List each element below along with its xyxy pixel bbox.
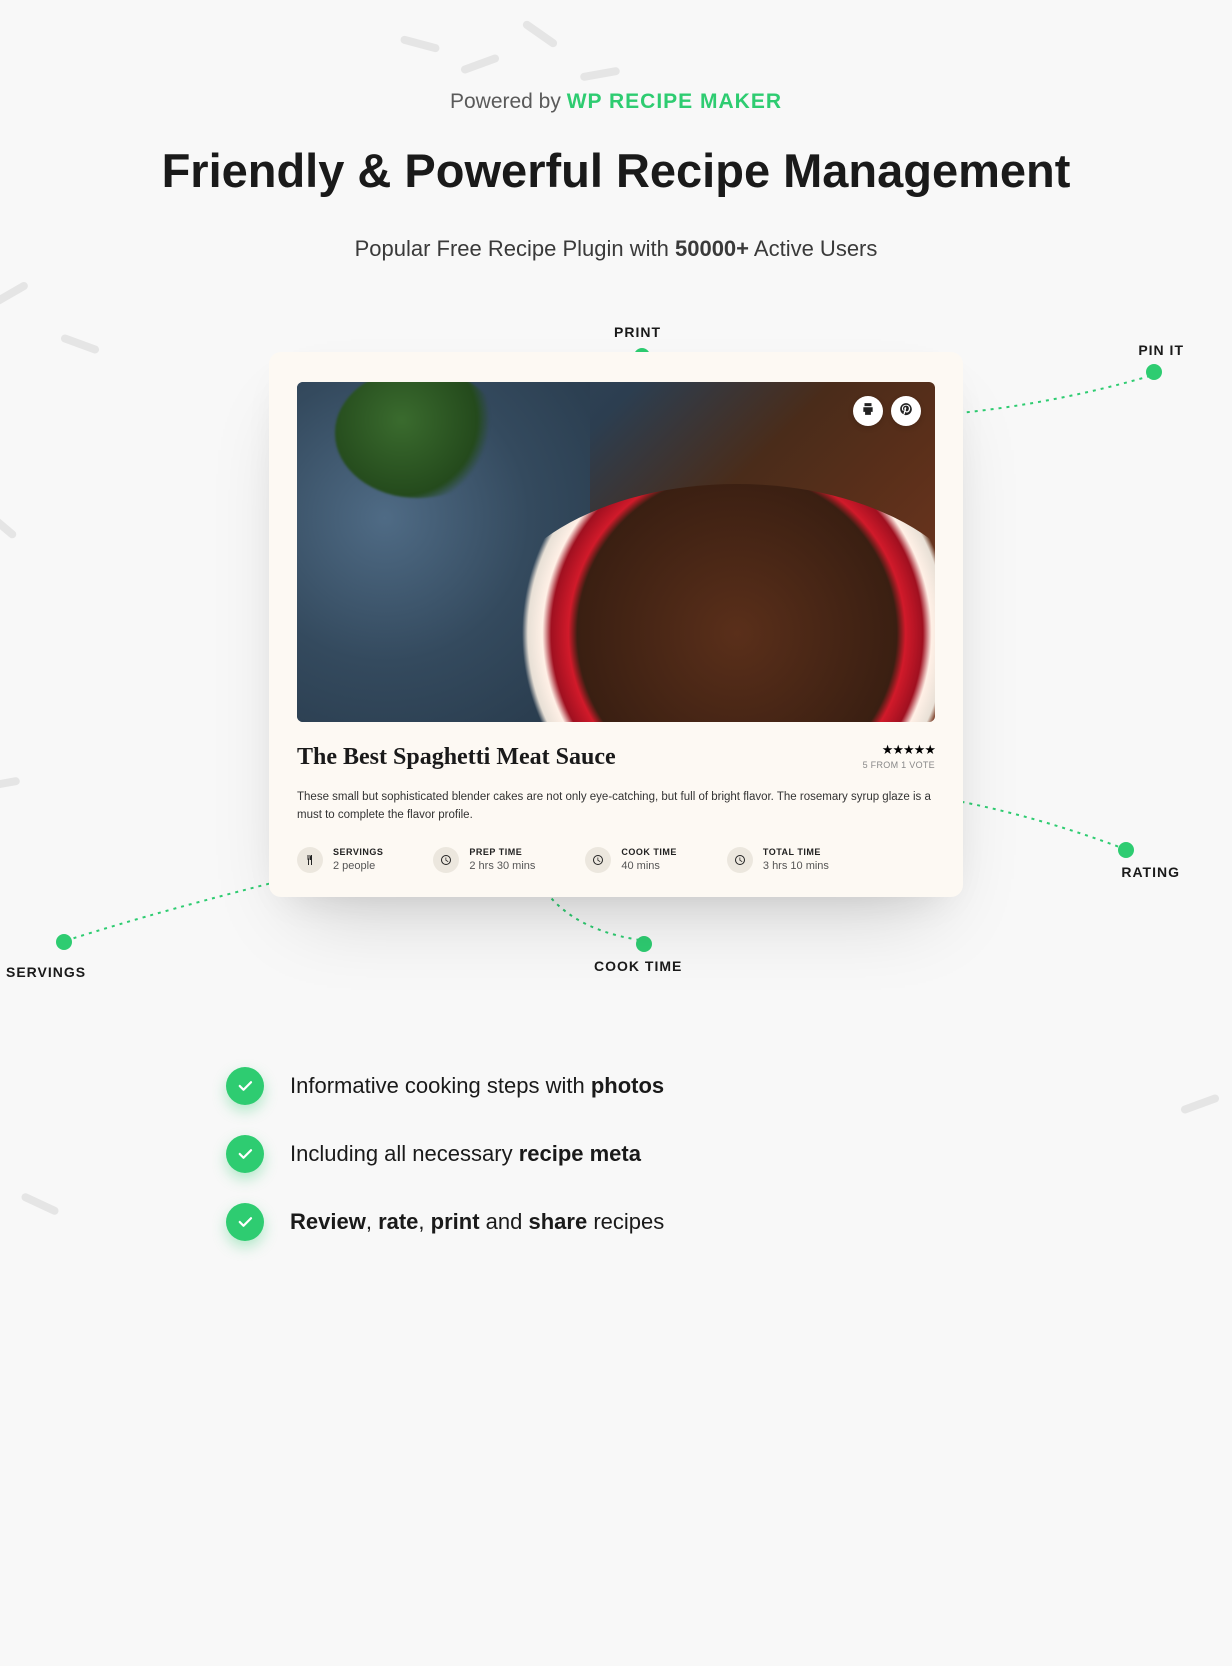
check-icon (226, 1067, 264, 1105)
callout-cooktime: COOK TIME (594, 958, 682, 974)
page-subtitle: Popular Free Recipe Plugin with 50000+ A… (0, 236, 1232, 262)
clock-icon (433, 847, 459, 873)
recipe-title: The Best Spaghetti Meat Sauce (297, 744, 935, 771)
powered-by: Powered by WP RECIPE MAKER (0, 90, 1232, 114)
feature-list: Informative cooking steps with photos In… (0, 1067, 1232, 1241)
feature-item: Informative cooking steps with photos (226, 1067, 664, 1105)
check-icon (226, 1135, 264, 1173)
brand-name: WP RECIPE MAKER (567, 90, 782, 113)
meta-value: 3 hrs 10 mins (763, 860, 829, 872)
recipe-description: These small but sophisticated blender ca… (297, 789, 935, 825)
meta-totaltime: TOTAL TIME 3 hrs 10 mins (727, 847, 829, 873)
feature-text: Including all necessary recipe meta (290, 1141, 641, 1167)
callout-dot-rating (1118, 842, 1134, 858)
meta-preptime: PREP TIME 2 hrs 30 mins (433, 847, 535, 873)
callout-dot-servings (56, 934, 72, 950)
meta-servings: SERVINGS 2 people (297, 847, 383, 873)
callout-print: PRINT (614, 324, 661, 340)
callout-servings: SERVINGS (6, 964, 86, 980)
clock-icon (585, 847, 611, 873)
callout-dot-cooktime (636, 936, 652, 952)
page-title: Friendly & Powerful Recipe Management (0, 144, 1232, 198)
rating-text: 5 FROM 1 VOTE (863, 760, 935, 770)
recipe-hero-image (297, 382, 935, 722)
feature-text: Informative cooking steps with photos (290, 1073, 664, 1099)
recipe-meta-row: SERVINGS 2 people PREP TIME 2 hrs 30 min… (297, 847, 935, 873)
rating-block[interactable]: ★★★★★ 5 FROM 1 VOTE (863, 742, 935, 770)
meta-cooktime: COOK TIME 40 mins (585, 847, 677, 873)
pinterest-icon (899, 402, 913, 421)
callout-rating: RATING (1121, 864, 1180, 880)
meta-label: TOTAL TIME (763, 847, 829, 857)
feature-item: Review, rate, print and share recipes (226, 1203, 664, 1241)
print-button[interactable] (853, 396, 883, 426)
rating-stars: ★★★★★ (863, 742, 935, 758)
recipe-card: The Best Spaghetti Meat Sauce ★★★★★ 5 FR… (269, 352, 963, 897)
feature-text: Review, rate, print and share recipes (290, 1209, 664, 1235)
meta-value: 2 hrs 30 mins (469, 860, 535, 872)
utensils-icon (297, 847, 323, 873)
meta-label: SERVINGS (333, 847, 383, 857)
clock-icon (727, 847, 753, 873)
callout-pinit: PIN IT (1138, 342, 1184, 358)
printer-icon (861, 402, 875, 421)
meta-value: 40 mins (621, 860, 677, 872)
powered-by-prefix: Powered by (450, 90, 567, 113)
meta-label: PREP TIME (469, 847, 535, 857)
callout-dot-pinit (1146, 364, 1162, 380)
meta-label: COOK TIME (621, 847, 677, 857)
pin-button[interactable] (891, 396, 921, 426)
meta-value: 2 people (333, 860, 383, 872)
check-icon (226, 1203, 264, 1241)
feature-item: Including all necessary recipe meta (226, 1135, 641, 1173)
